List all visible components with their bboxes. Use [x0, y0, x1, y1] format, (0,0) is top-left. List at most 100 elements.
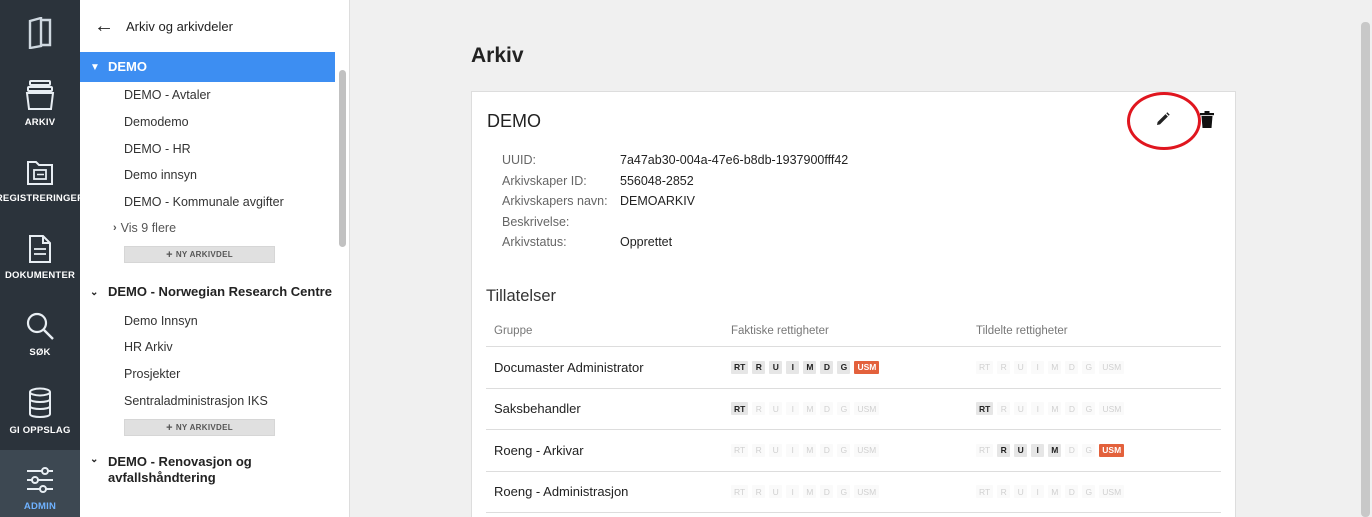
meta-value: Opprettet: [620, 235, 673, 250]
right-chip: U: [769, 443, 783, 457]
right-chip: R: [997, 443, 1011, 457]
nav-gi-oppslag[interactable]: GI OPPSLAG: [0, 373, 80, 450]
permissions-table: Gruppe Faktiske rettigheter Tildelte ret…: [486, 315, 1221, 513]
right-chip: D: [820, 360, 834, 374]
right-chip: D: [1065, 443, 1079, 457]
permission-group-name: Documaster Administrator: [494, 359, 644, 375]
document-icon: [29, 235, 51, 263]
nav-arkiv[interactable]: ARKIV: [0, 65, 80, 142]
actual-rights: RT R U I M D G USM: [731, 402, 976, 416]
right-chip: M: [1048, 443, 1062, 457]
tree-item[interactable]: HR Arkiv: [80, 334, 349, 361]
right-chip: R: [752, 360, 766, 374]
show-more-link[interactable]: › Vis 9 flere: [80, 215, 349, 241]
tree-item[interactable]: Prosjekter: [80, 361, 349, 388]
tree-item[interactable]: Sentraladministrasjon IKS: [80, 388, 349, 415]
right-chip: U: [769, 485, 783, 499]
trash-icon: [1200, 111, 1214, 128]
tree-group-demo[interactable]: ▼ DEMO: [80, 52, 335, 82]
right-chip: I: [786, 360, 800, 374]
plus-icon: +: [166, 421, 173, 434]
tree-item[interactable]: Demo innsyn: [80, 162, 349, 189]
right-chip: USM: [1099, 360, 1125, 374]
nav-dokumenter[interactable]: DOKUMENTER: [0, 219, 80, 296]
right-chip: G: [837, 443, 851, 457]
right-chip: U: [1014, 360, 1028, 374]
page-scrollbar-thumb[interactable]: [1361, 22, 1370, 517]
permission-group-name: Roeng - Administrasjon: [494, 484, 629, 500]
permission-row[interactable]: Roeng - Arkivar RT R U I M D G USM RT R U I M D G USM: [486, 430, 1221, 472]
tree-item[interactable]: DEMO - HR: [80, 135, 349, 162]
nav-registreringer-label: REGISTRERINGER: [0, 193, 85, 204]
assigned-rights: RT R U I M D G USM: [976, 360, 1221, 374]
tree-header-title: Arkiv og arkivdeler: [126, 18, 233, 34]
assigned-rights: RT R U I M D G USM: [976, 443, 1221, 457]
permission-row[interactable]: Documaster Administrator RT R U I M D G USM RT R U I…: [486, 347, 1221, 389]
right-chip: I: [1031, 443, 1045, 457]
nav-registreringer[interactable]: REGISTRERINGER: [0, 142, 84, 219]
meta-label: Arkivskapers navn:: [502, 194, 608, 209]
right-chip: G: [837, 485, 851, 499]
new-arkivdel-button[interactable]: + NY ARKIVDEL: [124, 419, 275, 437]
tree-item[interactable]: DEMO - Kommunale avgifter: [80, 189, 349, 216]
new-arkivdel-button[interactable]: + NY ARKIVDEL: [124, 246, 275, 264]
right-chip: D: [1065, 360, 1079, 374]
chevron-down-icon[interactable]: ▼: [90, 62, 100, 73]
main-content: Arkiv DEMO UUID: 7a47ab30-004a-47e6-b8db…: [350, 0, 1356, 517]
right-chip: USM: [854, 485, 880, 499]
archive-metadata: UUID: 7a47ab30-004a-47e6-b8db-1937900fff…: [502, 150, 848, 253]
meta-label: Beskrivelse:: [502, 214, 570, 229]
right-chip: RT: [976, 402, 994, 416]
app-logo[interactable]: [0, 0, 80, 65]
tree-scrollbar[interactable]: [339, 70, 346, 247]
right-chip: RT: [731, 443, 749, 457]
right-chip: U: [1014, 443, 1028, 457]
nav-admin[interactable]: ADMIN: [0, 450, 80, 517]
chevron-down-icon[interactable]: ⌄: [90, 287, 100, 298]
right-chip: USM: [854, 443, 880, 457]
actual-rights: RT R U I M D G USM: [731, 443, 976, 457]
column-header-actual: Faktiske rettigheter: [731, 324, 829, 337]
new-arkivdel-label: NY ARKIVDEL: [175, 250, 233, 260]
right-chip: I: [786, 402, 800, 416]
meta-label: Arkivskaper ID:: [502, 173, 587, 188]
meta-row-uuid: UUID: 7a47ab30-004a-47e6-b8db-1937900fff…: [502, 150, 848, 171]
right-chip: M: [1048, 402, 1062, 416]
nav-sok-label: SØK: [29, 347, 51, 358]
tree-item[interactable]: Demo Innsyn: [80, 307, 349, 334]
right-chip: I: [1031, 485, 1045, 499]
delete-button[interactable]: [1200, 111, 1214, 129]
permissions-header-row: Gruppe Faktiske rettigheter Tildelte ret…: [486, 315, 1221, 347]
page-scrollbar[interactable]: [1356, 0, 1372, 517]
permission-row[interactable]: Roeng - Administrasjon RT R U I M D G USM RT R U I M D…: [486, 472, 1221, 513]
chevron-down-icon[interactable]: ⌄: [90, 454, 100, 465]
right-chip: D: [820, 443, 834, 457]
edit-button[interactable]: [1155, 111, 1171, 127]
right-chip: R: [997, 360, 1011, 374]
tree-group-title: DEMO: [108, 59, 147, 74]
right-chip: G: [837, 360, 851, 374]
right-chip: M: [803, 443, 817, 457]
nav-admin-label: ADMIN: [23, 501, 57, 512]
column-header-group: Gruppe: [494, 324, 533, 337]
folder-card-icon: [27, 161, 53, 185]
tree-group-title-line2: avfallshåndtering: [108, 470, 216, 486]
right-chip: M: [803, 402, 817, 416]
right-chip: G: [837, 402, 851, 416]
tree-item[interactable]: DEMO - Avtaler: [80, 82, 349, 109]
meta-row-status: Arkivstatus: Opprettet: [502, 232, 848, 253]
tree-group-renovasjon[interactable]: ⌄ DEMO - Renovasjon og avfallshåndtering: [80, 450, 349, 486]
back-arrow-icon[interactable]: ←: [94, 16, 114, 36]
right-chip: R: [752, 443, 766, 457]
tree-item[interactable]: Demodemo: [80, 109, 349, 136]
right-chip: M: [803, 485, 817, 499]
tree-group-norwegian-research[interactable]: ⌄ DEMO - Norwegian Research Centre: [80, 277, 349, 307]
permission-group-name: Saksbehandler: [494, 401, 581, 417]
meta-row-creator-id: Arkivskaper ID: 556048-2852: [502, 171, 848, 192]
nav-sok[interactable]: SØK: [0, 296, 80, 373]
permission-row[interactable]: Saksbehandler RT R U I M D G USM RT R U I M D G USM: [486, 389, 1221, 430]
archive-tree-panel: ← Arkiv og arkivdeler ▼ DEMO DEMO - Avta…: [80, 0, 350, 517]
right-chip: I: [1031, 402, 1045, 416]
meta-row-description: Beskrivelse:: [502, 212, 848, 233]
tree-group-title: DEMO - Renovasjon og avfallshåndtering: [108, 454, 252, 486]
